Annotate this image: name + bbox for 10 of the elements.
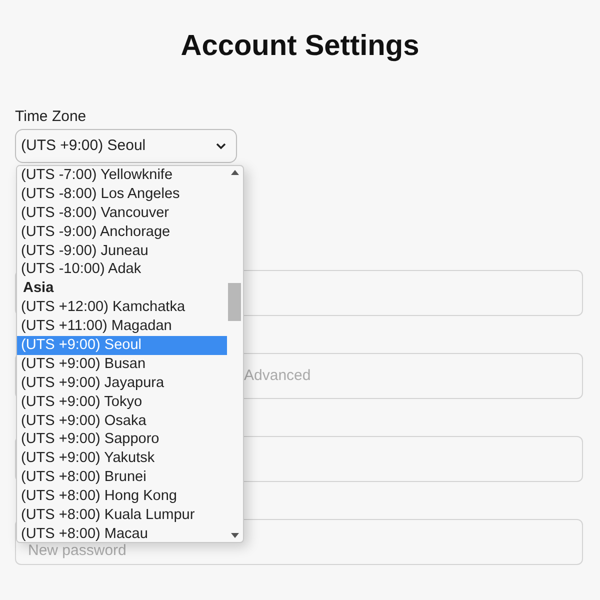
chevron-down-icon (216, 142, 226, 150)
scrollbar-thumb[interactable] (228, 283, 241, 321)
group-header: Asia (22, 279, 55, 298)
scroll-down-icon[interactable] (231, 533, 239, 538)
dropdown-option[interactable]: (UTS +8:00) Macau (17, 524, 227, 542)
time-zone-select[interactable]: (UTS +9:00) Seoul (15, 129, 237, 163)
page-title: Account Settings (180, 29, 420, 64)
scroll-up-icon[interactable] (231, 170, 239, 175)
dropdown-option[interactable]: (UTS -7:00) Yellowknife (17, 166, 227, 185)
field-label: Time Zone (15, 108, 88, 126)
